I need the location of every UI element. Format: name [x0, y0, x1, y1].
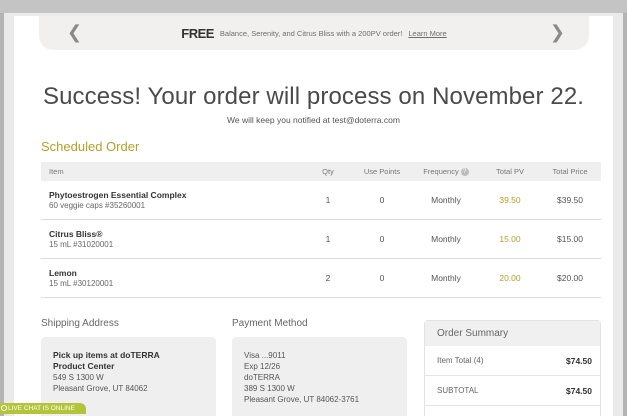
shipping-line-4: Pleasant Grove, UT 84062 [53, 384, 148, 393]
item-frequency: Monthly [431, 195, 461, 205]
item-cell: Lemon 15 mL #30120001 [41, 268, 303, 288]
shipping-line-3: 549 S 1300 W [53, 373, 104, 382]
item-qty: 1 [325, 234, 331, 244]
header-item: Item [49, 167, 64, 176]
header-total-price: Total Price [552, 167, 588, 176]
info-icon[interactable]: ? [460, 168, 469, 176]
order-confirmation-page: ❮ FREE Balance, Serenity, and Citrus Bli… [14, 16, 613, 416]
item-name: Lemon [49, 268, 77, 278]
payment-line-1: Visa ...9011 [244, 351, 286, 360]
live-chat-label: LIVE CHAT IS ONLINE [8, 405, 75, 412]
item-total-pv: 20.00 [499, 273, 521, 283]
chevron-left-icon[interactable]: ❮ [67, 22, 82, 42]
item-total-label: Item Total (4) [437, 356, 484, 365]
chat-icon [1, 405, 7, 411]
item-total-row: Item Total (4) $74.50 [425, 346, 600, 376]
item-description: 15 mL #31020001 [49, 240, 114, 249]
page-title: Success! Your order will process on Nove… [42, 83, 585, 110]
item-total-pv: 39.50 [499, 195, 521, 205]
item-description: 60 veggie caps #35260001 [49, 201, 146, 210]
header-frequency-label: Frequency [423, 166, 459, 176]
table-header: Item Qty Use Points Frequency? Total PV … [41, 162, 601, 181]
item-cell: Citrus Bliss® 15 mL #31020001 [41, 229, 303, 249]
shipping-line-1: Pick up items at doTERRA [53, 350, 160, 360]
scheduled-order-table: Item Qty Use Points Frequency? Total PV … [41, 162, 601, 298]
header-frequency: Frequency? [411, 167, 481, 176]
shipping-address-label: Shipping Address [41, 318, 119, 329]
promo-free-label: FREE [181, 25, 214, 41]
subtotal-row: SUBTOTAL $74.50 [425, 376, 600, 406]
table-row: Phytoestrogen Essential Complex 60 veggi… [41, 181, 601, 220]
shipping-line-2: Product Center [53, 361, 115, 371]
payment-line-2: Exp 12/26 [244, 362, 281, 371]
item-total-price: $20.00 [557, 273, 583, 283]
item-total-price: $15.00 [557, 234, 583, 244]
header-total-pv: Total PV [496, 167, 524, 176]
item-qty: 2 [325, 273, 331, 283]
item-frequency: Monthly [431, 273, 461, 283]
promo-text: Balance, Serenity, and Citrus Bliss with… [219, 28, 403, 38]
item-total-price: $39.50 [557, 195, 583, 205]
promo-learn-more-link[interactable]: Learn More [408, 29, 446, 38]
item-cell: Phytoestrogen Essential Complex 60 veggi… [41, 190, 303, 210]
item-name: Phytoestrogen Essential Complex [49, 190, 187, 200]
item-description: 15 mL #30120001 [49, 279, 114, 288]
table-row: Citrus Bliss® 15 mL #31020001 1 0 Monthl… [41, 220, 601, 259]
item-use-points: 0 [379, 195, 385, 205]
item-qty: 1 [325, 195, 331, 205]
subtotal-label: SUBTOTAL [437, 386, 479, 395]
section-title-scheduled-order: Scheduled Order [41, 139, 140, 154]
table-row: Lemon 15 mL #30120001 2 0 Monthly 20.00 … [41, 259, 601, 298]
order-summary-panel: Order Summary Item Total (4) $74.50 SUBT… [424, 320, 601, 416]
payment-method-box: Visa ...9011 Exp 12/26 doTERRA 389 S 130… [232, 337, 407, 416]
header-use-points: Use Points [363, 167, 401, 176]
item-frequency: Monthly [431, 234, 461, 244]
chevron-right-icon[interactable]: ❯ [550, 22, 565, 42]
notification-message: We will keep you notified at test@doterr… [227, 115, 400, 125]
payment-line-4: 389 S 1300 W [244, 384, 295, 393]
header-qty: Qty [322, 167, 334, 176]
item-use-points: 0 [379, 273, 385, 283]
promo-banner: ❮ FREE Balance, Serenity, and Citrus Bli… [39, 16, 589, 50]
payment-line-3: doTERRA [244, 373, 281, 382]
subtotal-value: $74.50 [566, 385, 592, 396]
item-total-value: $74.50 [566, 355, 592, 366]
browser-top-strip [0, 0, 627, 13]
order-summary-title: Order Summary [425, 321, 600, 346]
payment-method-label: Payment Method [232, 318, 308, 329]
live-chat-button[interactable]: LIVE CHAT IS ONLINE [0, 403, 86, 414]
item-total-pv: 15.00 [499, 234, 521, 244]
payment-line-5: Pleasant Grove, UT 84062-3761 [244, 395, 360, 404]
item-name: Citrus Bliss® [49, 229, 103, 239]
item-use-points: 0 [379, 234, 385, 244]
